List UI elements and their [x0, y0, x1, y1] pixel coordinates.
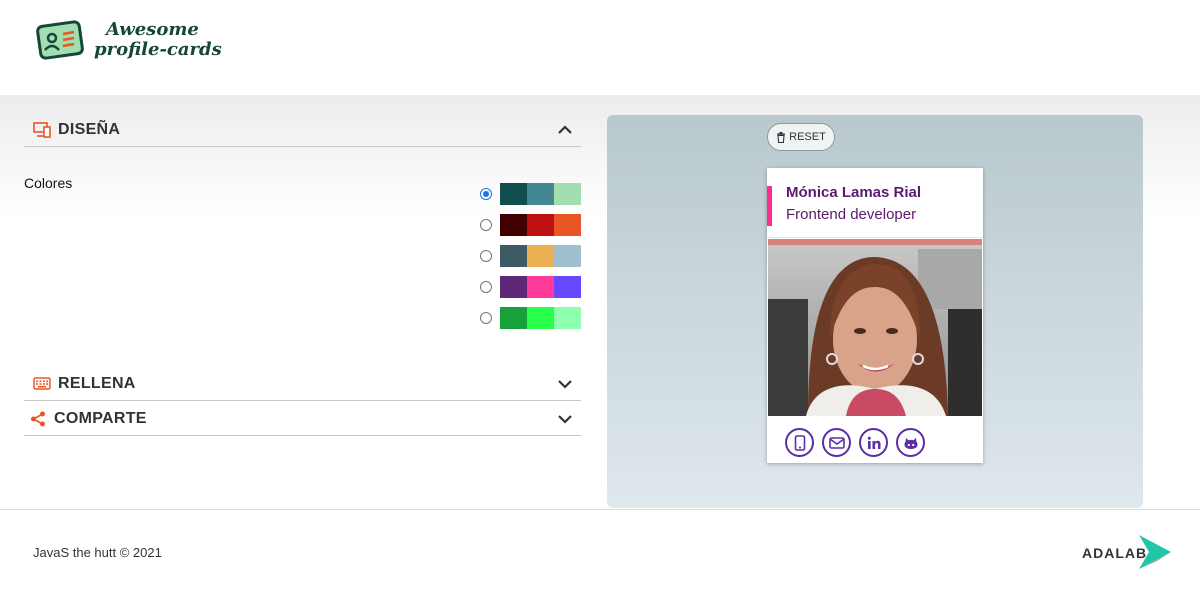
profile-card: Mónica Lamas Rial Frontend developer — [767, 168, 983, 463]
palette-option-3[interactable] — [480, 245, 581, 267]
palette-option-4[interactable] — [480, 276, 581, 298]
card-name: Mónica Lamas Rial — [786, 184, 922, 201]
section-fill-header[interactable]: RELLENA — [24, 367, 581, 401]
palette-swatch — [500, 276, 527, 298]
email-icon[interactable] — [822, 428, 851, 457]
header: Awesome profile-cards — [0, 0, 1200, 95]
palette-swatch — [527, 276, 554, 298]
chevron-up-icon[interactable] — [557, 122, 573, 138]
palette-radio-3[interactable] — [480, 250, 492, 262]
palette-option-5[interactable] — [480, 307, 581, 329]
monitor-icon — [32, 120, 52, 140]
share-icon — [28, 409, 48, 429]
copyright: JavaS the hutt © 2021 — [33, 545, 162, 560]
palette-swatch — [500, 307, 527, 329]
profile-photo — [768, 239, 982, 416]
reset-label: RESET — [789, 131, 826, 143]
palette-swatch — [500, 245, 527, 267]
palette-option-2[interactable] — [480, 214, 581, 236]
palette-radio-4[interactable] — [480, 281, 492, 293]
section-design-title: DISEÑA — [58, 120, 121, 138]
main: DISEÑA Colores RELLENA COMPARTE RESET Mó… — [0, 95, 1200, 509]
phone-icon[interactable] — [785, 428, 814, 457]
linkedin-icon[interactable] — [859, 428, 888, 457]
palette-swatch — [527, 307, 554, 329]
section-fill-title: RELLENA — [58, 374, 136, 392]
palette-swatch — [554, 276, 581, 298]
logo-line-2: profile-cards — [94, 39, 222, 60]
logo[interactable]: Awesome profile-cards — [36, 18, 222, 62]
palette-swatch — [554, 214, 581, 236]
palette-swatch — [527, 214, 554, 236]
card-header: Mónica Lamas Rial Frontend developer — [767, 168, 983, 238]
palette-radio-5[interactable] — [480, 312, 492, 324]
palette-radio-1[interactable] — [480, 188, 492, 200]
keyboard-icon — [32, 374, 52, 394]
card-accent-bar — [767, 186, 772, 226]
footer: JavaS the hutt © 2021 ADALAB — [0, 509, 1200, 606]
palette-swatch — [527, 245, 554, 267]
chevron-down-icon[interactable] — [557, 411, 573, 427]
adalab-logo[interactable]: ADALAB — [1082, 535, 1175, 571]
card-job: Frontend developer — [786, 206, 917, 223]
palette-swatch — [527, 183, 554, 205]
palette-swatch — [500, 183, 527, 205]
palette-swatch — [500, 214, 527, 236]
reset-button[interactable]: RESET — [767, 123, 835, 151]
logo-line-1: Awesome — [106, 19, 199, 40]
github-icon[interactable] — [896, 428, 925, 457]
id-card-icon — [36, 20, 84, 60]
section-share-header[interactable]: COMPARTE — [24, 402, 581, 436]
section-share-title: COMPARTE — [54, 409, 147, 427]
adalab-arrow-icon — [1139, 535, 1172, 569]
colors-label: Colores — [24, 175, 73, 191]
palette-swatch — [554, 307, 581, 329]
palette-option-1[interactable] — [480, 183, 581, 205]
section-design-header[interactable]: DISEÑA — [24, 113, 581, 147]
chevron-down-icon[interactable] — [557, 376, 573, 392]
palette-swatch — [554, 245, 581, 267]
card-social-links — [785, 428, 933, 457]
trash-icon — [777, 131, 786, 143]
card-preview-panel: RESET Mónica Lamas Rial Frontend develop… — [607, 115, 1143, 508]
palette-swatch — [554, 183, 581, 205]
palette-radio-2[interactable] — [480, 219, 492, 231]
